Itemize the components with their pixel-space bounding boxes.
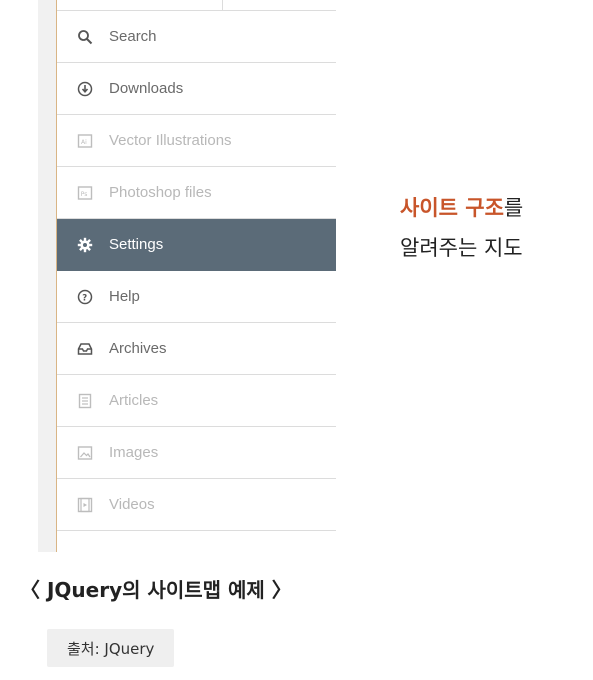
article-icon: [75, 391, 95, 411]
sidebar-item-photoshop-files[interactable]: Ps Photoshop files: [57, 167, 336, 219]
sidebar-item-label: Photoshop files: [109, 184, 212, 201]
sidebar-item-label: Settings: [109, 236, 164, 253]
sidebar-item-label: Vector Illustrations: [109, 132, 232, 149]
sitemap-description: 사이트 구조를 알려주는 지도: [400, 188, 590, 268]
figure-caption: 〈 JQuery의 사이트맵 예제 〉: [20, 578, 292, 602]
sidebar-item-label: Downloads: [109, 80, 184, 97]
sidebar-item-archives[interactable]: Archives: [57, 323, 336, 375]
description-line-1: 사이트 구조를: [400, 188, 590, 228]
sidebar-item-label: Archives: [109, 340, 167, 357]
background-strip: [38, 0, 56, 552]
ps-file-icon: Ps: [75, 183, 95, 203]
search-icon: [75, 27, 95, 47]
inbox-icon: [75, 339, 95, 359]
sidebar-item-search[interactable]: Search: [57, 11, 336, 63]
sidebar-item-images[interactable]: Images: [57, 427, 336, 479]
sidebar-item-label: Images: [109, 444, 159, 461]
sidebar-item-label: Articles: [109, 392, 159, 409]
ai-file-icon: Ai: [75, 131, 95, 151]
image-icon: [75, 443, 95, 463]
sidebar-item-videos[interactable]: Videos: [57, 479, 336, 531]
svg-text:?: ?: [82, 293, 87, 303]
help-icon: ?: [75, 287, 95, 307]
svg-text:Ai: Ai: [81, 139, 87, 146]
description-line-2: 알려주는 지도: [400, 236, 523, 260]
sidebar-item-help[interactable]: ? Help: [57, 271, 336, 323]
sidebar-item-label: Search: [109, 28, 157, 45]
sidebar-menu: Search Downloads Ai Vector Illustrations…: [56, 0, 336, 552]
sidebar-item-label: Help: [109, 288, 140, 305]
menu-top-edge: [57, 0, 336, 11]
sidebar-item-label: Videos: [109, 496, 155, 513]
source-label: 출처: JQuery: [47, 629, 175, 667]
gear-icon: [75, 235, 95, 255]
sidebar-item-articles[interactable]: Articles: [57, 375, 336, 427]
description-highlight: 사이트 구조: [400, 196, 504, 220]
download-icon: [75, 79, 95, 99]
sidebar-item-settings[interactable]: Settings: [57, 219, 336, 271]
video-icon: [75, 495, 95, 515]
sidebar-item-vector-illustrations[interactable]: Ai Vector Illustrations: [57, 115, 336, 167]
description-suffix: 를: [503, 196, 524, 220]
svg-text:Ps: Ps: [81, 191, 88, 198]
sidebar-item-downloads[interactable]: Downloads: [57, 63, 336, 115]
